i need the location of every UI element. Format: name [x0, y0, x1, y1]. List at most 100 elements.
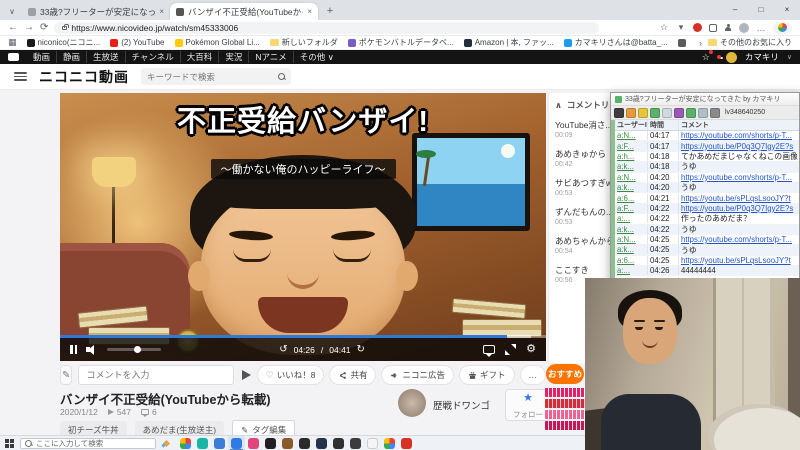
browser-tab-inactive[interactable]: 33歳?フリーターが安定になってきた - 202... ×: [22, 3, 170, 20]
comment-text[interactable]: https://youtu.be/P0q3Q7Igy2E?s: [679, 204, 799, 213]
bookmark-item[interactable]: niconico(ニコニ...: [26, 37, 100, 48]
bookmark-item[interactable]: (2) YouTube: [110, 38, 165, 47]
more-actions-button[interactable]: …: [519, 365, 546, 385]
alert-icon[interactable]: [626, 107, 636, 118]
column-header-userid[interactable]: ユーザーID: [615, 120, 648, 130]
sparkle-icon[interactable]: [162, 439, 171, 448]
collections-icon[interactable]: ▾: [676, 22, 686, 33]
other-favorites[interactable]: その他のお気に入り: [708, 37, 792, 48]
red-app[interactable]: [398, 436, 415, 450]
teal-app[interactable]: [194, 436, 211, 450]
colorful-app[interactable]: [177, 436, 194, 450]
apps-icon[interactable]: ▦: [8, 37, 17, 48]
volume-slider[interactable]: [107, 345, 161, 353]
comment-user-id[interactable]: a:...: [615, 266, 648, 276]
user-icon[interactable]: [686, 107, 696, 118]
comment-user-id[interactable]: a:N...: [615, 172, 648, 182]
nico-nav-item[interactable]: Nアニメ: [248, 51, 292, 63]
uploader-avatar[interactable]: [398, 389, 426, 417]
nico-logo[interactable]: ニコニコ動画: [39, 67, 129, 87]
theater-mode-icon[interactable]: [505, 344, 517, 355]
light-app[interactable]: [364, 436, 381, 450]
bookmark-item[interactable]: カマキリさんは@batta_...: [563, 37, 668, 48]
column-header-time[interactable]: 時間: [648, 120, 679, 130]
comment-list-item[interactable]: サビあつすぎw 00:53: [555, 177, 612, 197]
comment-text[interactable]: https://youtu.be/P0q3Q7Igy2E?s: [679, 142, 799, 151]
nico-nav-item[interactable]: 静画: [56, 51, 86, 63]
chevron-down-icon[interactable]: ∨: [787, 53, 792, 61]
comment-user-id[interactable]: a:...: [615, 214, 648, 224]
volume-icon[interactable]: [86, 344, 98, 356]
comment-text[interactable]: https://youtube.com/shorts/p-T...: [679, 235, 799, 244]
comment-text[interactable]: https://youtu.be/sPLqsLsooJY?t: [679, 194, 799, 203]
table-row[interactable]: a:k... 04:25 うゆ: [615, 245, 799, 256]
nico-nav-item[interactable]: 動画: [27, 51, 56, 63]
comment-user-id[interactable]: a:F...: [615, 203, 648, 213]
collapse-icon[interactable]: ∧: [555, 100, 562, 111]
favorites-star-icon[interactable]: ☆: [702, 49, 713, 63]
comment-user-id[interactable]: a:N...: [615, 235, 648, 245]
nico-nav-item[interactable]: その他 ∨: [292, 51, 340, 63]
navy-app[interactable]: [313, 436, 330, 450]
pink-app[interactable]: [245, 436, 262, 450]
user-avatar[interactable]: [725, 51, 737, 63]
comment-user-id[interactable]: a:F...: [615, 141, 648, 151]
comment-art-button[interactable]: ✎: [60, 365, 73, 385]
forward-icon[interactable]: →: [24, 22, 34, 33]
comment-toggle-icon[interactable]: [483, 345, 496, 357]
black-app[interactable]: [262, 436, 279, 450]
favorite-star-icon[interactable]: ☆: [659, 22, 669, 33]
chrome-browser[interactable]: [381, 436, 398, 450]
nico-nav-item[interactable]: 生放送: [86, 51, 125, 63]
table-row[interactable]: a:N... 04:17 https://youtube.com/shorts/p-…: [615, 131, 799, 142]
more-menu-icon[interactable]: …: [756, 23, 766, 33]
comment-user-id[interactable]: a:k...: [615, 245, 648, 255]
profile-chip[interactable]: [773, 21, 792, 34]
nico-nav-item[interactable]: チャンネル: [124, 51, 180, 63]
nicoad-button[interactable]: ニコニ広告: [381, 365, 454, 385]
gear-icon[interactable]: ⚙: [526, 344, 536, 355]
connect-icon[interactable]: [614, 107, 624, 118]
comment-user-id[interactable]: a:6...: [615, 193, 648, 203]
comment-user-id[interactable]: a:h...: [615, 151, 648, 161]
comment-user-id[interactable]: a:k...: [615, 162, 648, 172]
hamburger-menu-icon[interactable]: [14, 72, 27, 81]
forward-10-icon[interactable]: ↻: [357, 344, 365, 355]
comment-user-id[interactable]: a:6...: [615, 255, 648, 265]
url-text[interactable]: https://www.nicovideo.jp/watch/sm4533300…: [71, 23, 238, 33]
dark-app-3[interactable]: [347, 436, 364, 450]
video-player[interactable]: 不正受給バンザイ! ～働かない俺のハッピーライフ～ ↺ 04:26 / 04:4…: [60, 93, 546, 361]
user-name[interactable]: カマキリ: [745, 51, 779, 63]
nico-nav-item[interactable]: 実況: [218, 51, 248, 63]
table-row[interactable]: a:6... 04:21 https://youtu.be/sPLqsLsooJY?…: [615, 193, 799, 204]
bookmark-item[interactable]: Pokémon Global Li...: [174, 38, 260, 47]
profile-sync-icon[interactable]: [724, 23, 732, 32]
table-row[interactable]: a:k... 04:18 うゆ: [615, 162, 799, 173]
comment-user-id[interactable]: a:k...: [615, 183, 648, 193]
tab-close-icon[interactable]: ×: [159, 7, 164, 16]
viewer-title-bar[interactable]: 33歳?フリーターが安定になってきた by カマキリ: [611, 93, 799, 106]
dark-app[interactable]: [296, 436, 313, 450]
comment-input[interactable]: [78, 365, 234, 385]
maximize-button[interactable]: □: [748, 0, 774, 18]
send-comment-icon[interactable]: [241, 370, 251, 380]
gift-button[interactable]: ギフト: [458, 365, 515, 385]
browser-tab-active[interactable]: バンザイ不正受給(YouTubeから... ×: [170, 3, 318, 20]
table-row[interactable]: a:... 04:26 44444444: [615, 266, 799, 277]
ngword-icon[interactable]: [674, 107, 684, 118]
brown-app[interactable]: [279, 436, 296, 450]
browser-avatar[interactable]: [739, 22, 749, 33]
like-button[interactable]: ♡ いいね！8: [256, 365, 325, 385]
bookmarks-overflow-icon[interactable]: ›: [699, 38, 702, 48]
back-icon[interactable]: ←: [8, 22, 18, 33]
tab-search-caret-icon[interactable]: ∨: [4, 4, 20, 18]
comment-text[interactable]: https://youtube.com/shorts/p-T...: [679, 173, 799, 182]
share-button[interactable]: 共有: [329, 365, 377, 385]
uploader-name[interactable]: 歴戦ドワンゴ: [433, 398, 490, 412]
search-icon[interactable]: [278, 73, 285, 80]
mail-app[interactable]: [211, 436, 228, 450]
table-row[interactable]: a:k... 04:22 うゆ: [615, 224, 799, 235]
new-tab-button[interactable]: +: [322, 3, 338, 19]
taskbar-search[interactable]: ここに入力して検索: [20, 437, 156, 449]
tab-close-icon[interactable]: ×: [307, 7, 312, 16]
